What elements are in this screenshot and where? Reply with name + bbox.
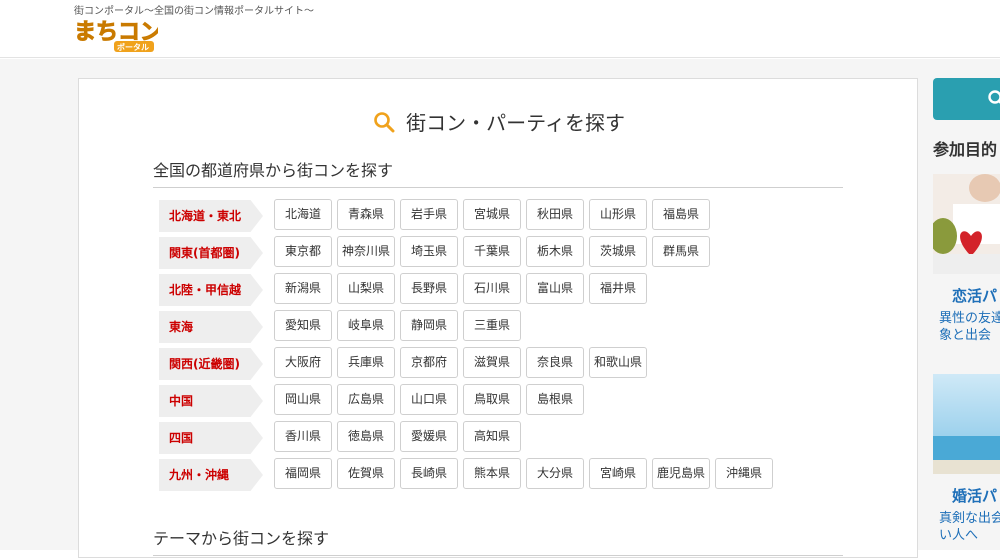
prefecture-button[interactable]: 群馬県	[652, 236, 710, 267]
prefecture-button[interactable]: 福井県	[589, 273, 647, 304]
region-label[interactable]: 北海道・東北	[159, 200, 263, 232]
prefecture-button[interactable]: 東京都	[274, 236, 332, 267]
card-image-renkatsu[interactable]	[933, 174, 1000, 274]
region-label[interactable]: 関西(近畿圏)	[159, 348, 263, 380]
page-title-text: 街コン・パーティを探す	[406, 107, 625, 136]
prefecture-button[interactable]: 長崎県	[400, 458, 458, 489]
prefecture-button[interactable]: 青森県	[337, 199, 395, 230]
region-label[interactable]: 東海	[159, 311, 263, 343]
region-label[interactable]: 九州・沖縄	[159, 459, 263, 491]
sidebar-search-button[interactable]	[933, 78, 1000, 120]
prefecture-button[interactable]: 岡山県	[274, 384, 332, 415]
prefecture-button[interactable]: 茨城県	[589, 236, 647, 267]
prefecture-button[interactable]: 愛知県	[274, 310, 332, 341]
prefecture-list: 福岡県佐賀県長崎県熊本県大分県宮崎県鹿児島県沖縄県	[274, 458, 773, 489]
prefecture-button[interactable]: 福島県	[652, 199, 710, 230]
site-header: 街コンポータル〜全国の街コン情報ポータルサイト〜 まちコン ポータル	[0, 0, 1000, 58]
prefecture-button[interactable]: 鹿児島県	[652, 458, 710, 489]
prefecture-button[interactable]: 長野県	[400, 273, 458, 304]
prefecture-button[interactable]: 京都府	[400, 347, 458, 378]
prefecture-button[interactable]: 山口県	[400, 384, 458, 415]
prefecture-button[interactable]: 熊本県	[463, 458, 521, 489]
region-label[interactable]: 関東(首都圏)	[159, 237, 263, 269]
region-label[interactable]: 北陸・甲信越	[159, 274, 263, 306]
prefecture-button[interactable]: 秋田県	[526, 199, 584, 230]
prefecture-list: 北海道青森県岩手県宮城県秋田県山形県福島県	[274, 199, 710, 230]
prefecture-list: 東京都神奈川県埼玉県千葉県栃木県茨城県群馬県	[274, 236, 710, 267]
prefecture-button[interactable]: 山形県	[589, 199, 647, 230]
prefecture-button[interactable]: 三重県	[463, 310, 521, 341]
card-desc-konkatsu: 真剣な出会 い人へ	[939, 510, 1000, 544]
prefecture-button[interactable]: 大阪府	[274, 347, 332, 378]
card-title-renkatsu[interactable]: 恋活パ	[952, 285, 997, 306]
prefecture-button[interactable]: 広島県	[337, 384, 395, 415]
prefecture-list: 愛知県岐阜県静岡県三重県	[274, 310, 521, 341]
prefecture-list: 岡山県広島県山口県鳥取県島根県	[274, 384, 584, 415]
prefecture-button[interactable]: 山梨県	[337, 273, 395, 304]
prefecture-button[interactable]: 栃木県	[526, 236, 584, 267]
prefecture-list: 大阪府兵庫県京都府滋賀県奈良県和歌山県	[274, 347, 647, 378]
prefecture-button[interactable]: 岐阜県	[337, 310, 395, 341]
prefecture-button[interactable]: 宮崎県	[589, 458, 647, 489]
card-image-konkatsu[interactable]	[933, 374, 1000, 474]
prefecture-button[interactable]: 佐賀県	[337, 458, 395, 489]
sidebar-heading: 参加目的	[933, 136, 997, 160]
prefecture-button[interactable]: 福岡県	[274, 458, 332, 489]
prefecture-button[interactable]: 和歌山県	[589, 347, 647, 378]
prefecture-button[interactable]: 奈良県	[526, 347, 584, 378]
card-desc-line: 真剣な出会	[939, 510, 1000, 527]
section-heading-prefecture: 全国の都道府県から街コンを探す	[153, 157, 843, 188]
prefecture-button[interactable]: 富山県	[526, 273, 584, 304]
prefecture-button[interactable]: 大分県	[526, 458, 584, 489]
search-panel: 街コン・パーティを探す 全国の都道府県から街コンを探す 北海道・東北北海道青森県…	[78, 78, 918, 558]
card-desc-line: い人へ	[939, 527, 1000, 544]
prefecture-button[interactable]: 沖縄県	[715, 458, 773, 489]
card-desc-renkatsu: 異性の友達 象と出会	[939, 310, 1000, 344]
prefecture-button[interactable]: 鳥取県	[463, 384, 521, 415]
prefecture-list: 香川県徳島県愛媛県高知県	[274, 421, 521, 452]
logo-subtext: ポータル	[117, 42, 149, 52]
prefecture-button[interactable]: 埼玉県	[400, 236, 458, 267]
site-logo[interactable]: まちコン ポータル	[74, 15, 158, 53]
prefecture-list: 新潟県山梨県長野県石川県富山県福井県	[274, 273, 647, 304]
prefecture-button[interactable]: 兵庫県	[337, 347, 395, 378]
region-label[interactable]: 中国	[159, 385, 263, 417]
prefecture-button[interactable]: 香川県	[274, 421, 332, 452]
prefecture-button[interactable]: 愛媛県	[400, 421, 458, 452]
prefecture-button[interactable]: 高知県	[463, 421, 521, 452]
prefecture-button[interactable]: 静岡県	[400, 310, 458, 341]
prefecture-button[interactable]: 石川県	[463, 273, 521, 304]
search-icon	[373, 111, 395, 133]
prefecture-button[interactable]: 千葉県	[463, 236, 521, 267]
prefecture-button[interactable]: 滋賀県	[463, 347, 521, 378]
card-title-konkatsu[interactable]: 婚活パ	[952, 485, 997, 506]
search-icon	[987, 89, 1000, 109]
card-desc-line: 象と出会	[939, 327, 1000, 344]
prefecture-button[interactable]: 島根県	[526, 384, 584, 415]
prefecture-button[interactable]: 北海道	[274, 199, 332, 230]
region-label[interactable]: 四国	[159, 422, 263, 454]
page-title: 街コン・パーティを探す	[79, 107, 919, 136]
prefecture-button[interactable]: 徳島県	[337, 421, 395, 452]
prefecture-button[interactable]: 宮城県	[463, 199, 521, 230]
card-desc-line: 異性の友達	[939, 310, 1000, 327]
prefecture-button[interactable]: 神奈川県	[337, 236, 395, 267]
prefecture-button[interactable]: 岩手県	[400, 199, 458, 230]
prefecture-button[interactable]: 新潟県	[274, 273, 332, 304]
section-heading-theme: テーマから街コンを探す	[153, 525, 843, 556]
